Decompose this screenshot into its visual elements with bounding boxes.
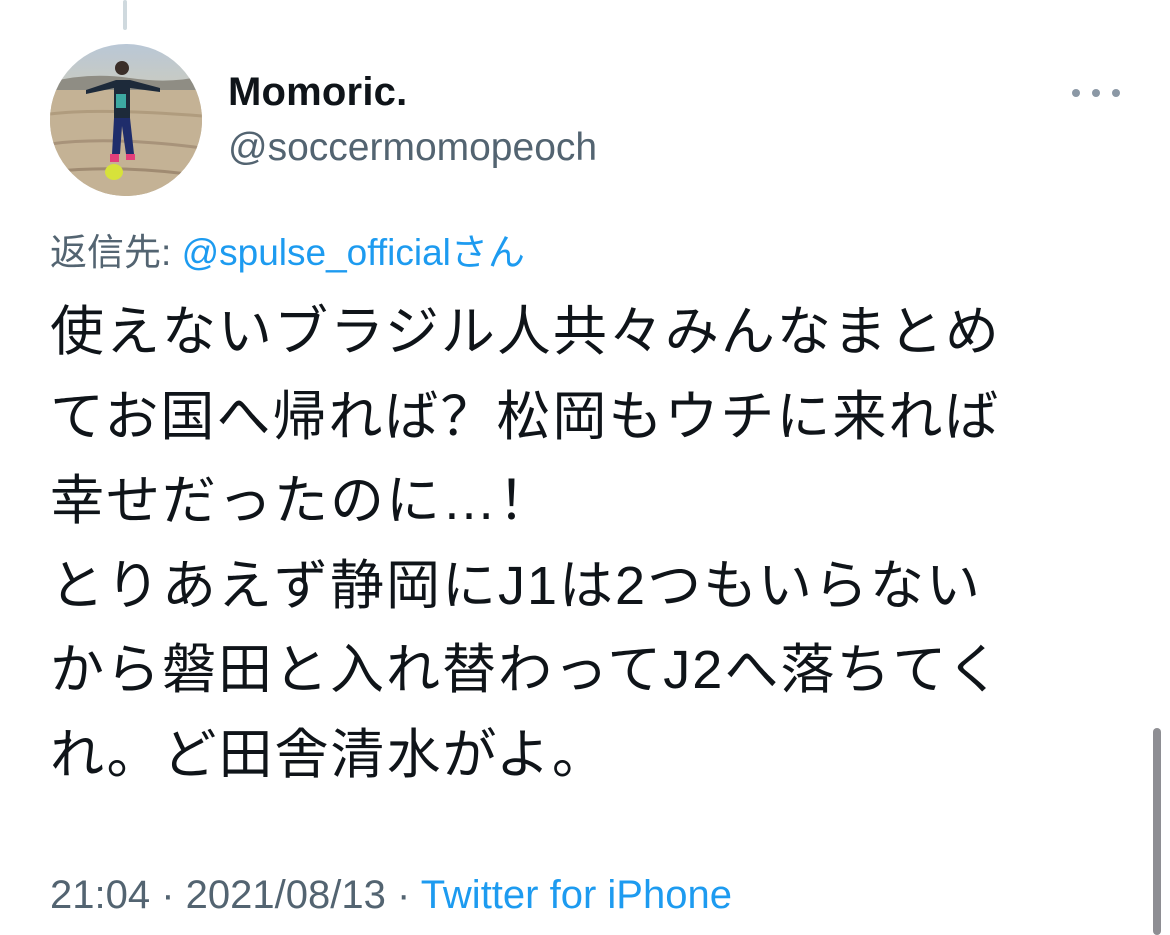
more-horizontal-icon[interactable] bbox=[1072, 80, 1120, 106]
tweet-text-line: とりあえず静岡にJ1は2つもいらない bbox=[50, 555, 982, 616]
tweet-meta: 21:04 · 2021/08/13 · Twitter for iPhone bbox=[50, 873, 732, 918]
avatar[interactable] bbox=[50, 44, 202, 196]
thread-connector-line bbox=[123, 0, 127, 30]
more-dot bbox=[1112, 89, 1120, 97]
reply-to-line: 返信先: @spulse_officialさん bbox=[50, 222, 525, 276]
avatar-photo bbox=[50, 61, 202, 196]
reply-to-prefix: 返信先: bbox=[50, 232, 182, 273]
tweet-time[interactable]: 21:04 bbox=[50, 873, 150, 917]
reply-to-mention-link[interactable]: @spulse_official bbox=[182, 232, 451, 273]
tweet-text-line: から磐田と入れ替わってJ2へ落ちてく bbox=[50, 640, 1003, 700]
scrollbar[interactable] bbox=[1153, 728, 1161, 935]
user-display-name[interactable]: Momoric. bbox=[228, 70, 407, 115]
more-dot bbox=[1072, 89, 1080, 97]
tweet-text-line: 幸せだったのに…！ bbox=[50, 471, 554, 531]
reply-to-honorific[interactable]: さん bbox=[451, 232, 525, 273]
meta-separator: · bbox=[385, 873, 421, 917]
more-dot bbox=[1092, 89, 1100, 97]
tweet-text-line: れ。ど田舎清水がよ。 bbox=[50, 724, 608, 785]
tweet-text-line: 使えないブラジル人共々みんなまとめ bbox=[50, 302, 1001, 362]
tweet-text-line: てお国へ帰れば？松岡もウチに来れば bbox=[50, 386, 1001, 447]
tweet-source-link[interactable]: Twitter for iPhone bbox=[421, 873, 732, 917]
meta-separator: · bbox=[150, 873, 186, 917]
user-handle[interactable]: @soccermomopeoch bbox=[228, 126, 597, 170]
tweet-text: 使えないブラジル人共々みんなまとめ てお国へ帰れば？松岡もウチに来れば 幸せだっ… bbox=[50, 290, 1130, 797]
tweet-date[interactable]: 2021/08/13 bbox=[186, 873, 386, 917]
